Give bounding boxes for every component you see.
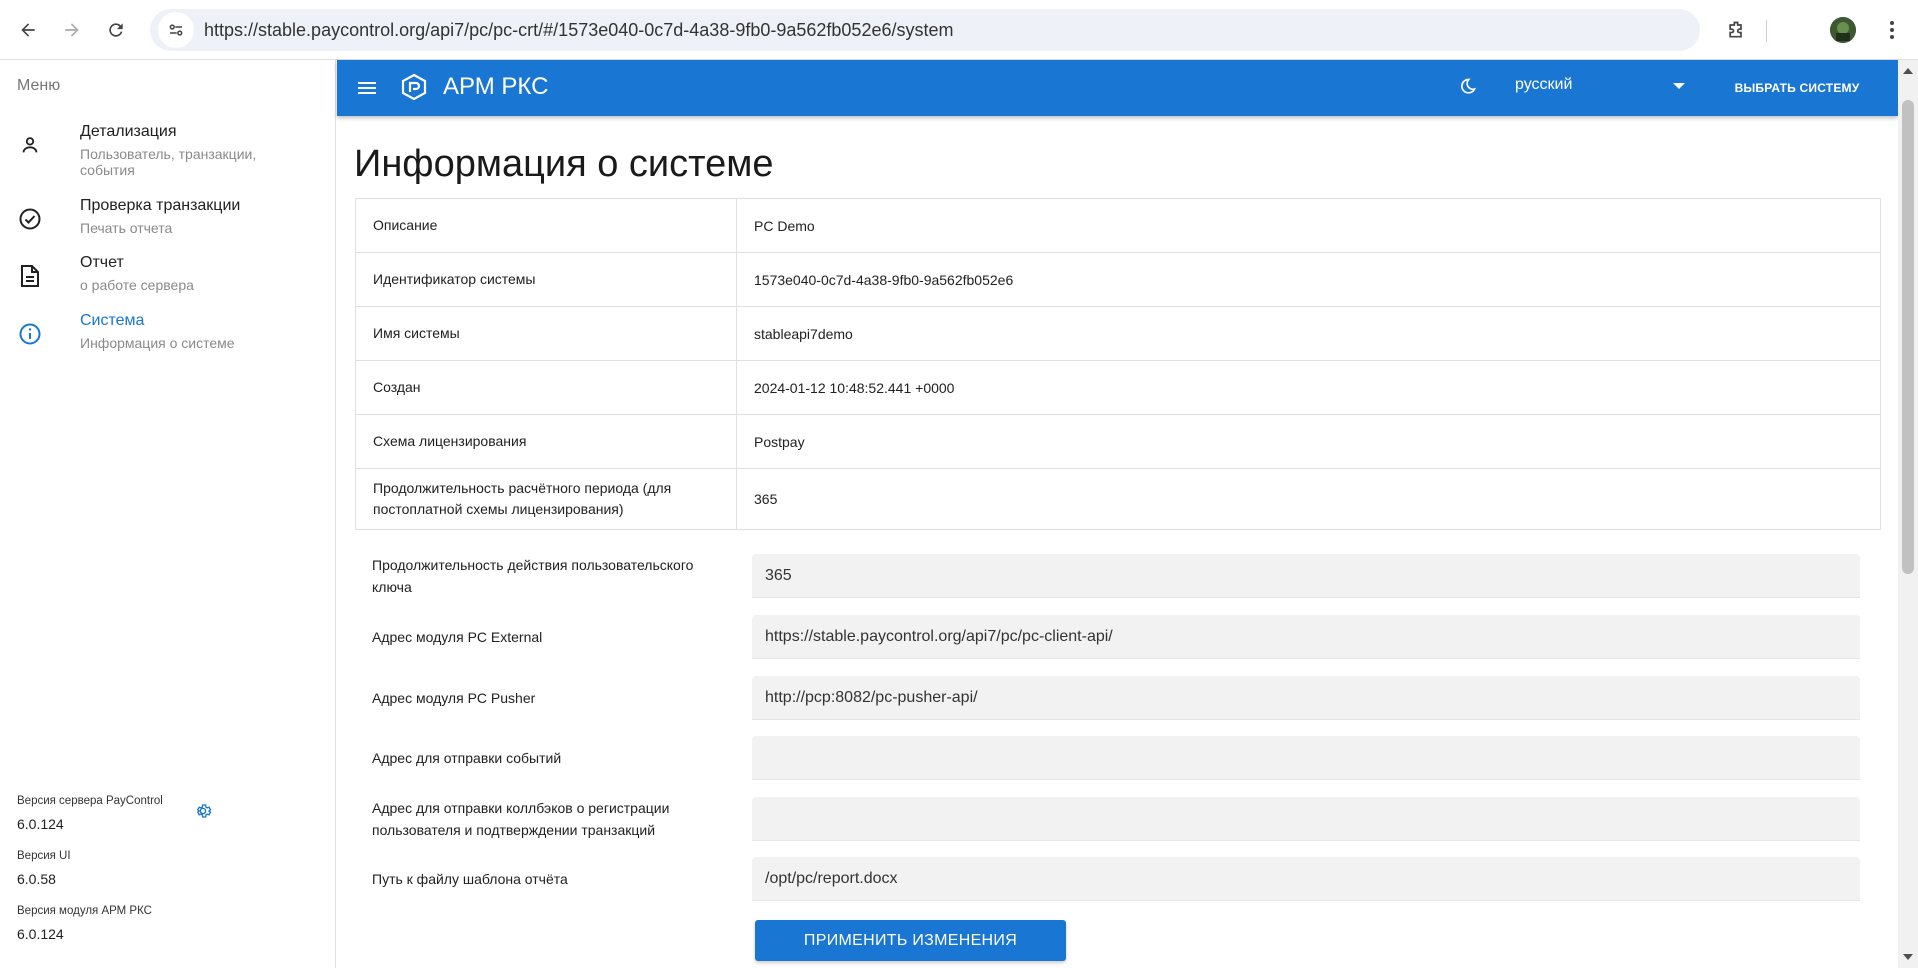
info-key: Создан [355,360,737,415]
info-key: Схема лицензирования [355,414,737,469]
info-key: Продолжительность расчётного периода (дл… [355,468,737,530]
language-select[interactable]: русский [1515,76,1685,102]
document-icon [16,262,44,290]
ui-version-value: 6.0.58 [17,871,56,887]
pc-pusher-url-input[interactable]: http://pcp:8082/pc-pusher-api/ [752,676,1860,720]
server-version-value: 6.0.124 [17,816,64,832]
table-row: Идентификатор системы 1573e040-0c7d-4a38… [355,252,1881,307]
field-label: Путь к файлу шаблона отчёта [372,871,568,887]
ui-version-label: Версия UI [17,850,71,862]
sidebar-item-system[interactable]: Система Информация о системе [0,312,335,372]
choose-system-button[interactable]: ВЫБРАТЬ СИСТЕМУ [1717,74,1877,102]
sidebar-item-title: Проверка транзакции [80,197,241,214]
url-text: https://stable.paycontrol.org/api7/pc/pc… [204,19,954,40]
toolbar-separator [1766,20,1767,42]
browser-toolbar: https://stable.paycontrol.org/api7/pc/pc… [0,0,1918,60]
scrollbar-thumb[interactable] [1902,100,1914,574]
sidebar-item-title: Детализация [80,123,177,140]
info-key: Описание [355,198,737,253]
system-info-table: Описание PC Demo Идентификатор системы 1… [355,198,1881,530]
server-version-label: Версия сервера PayControl [17,795,163,807]
info-value: stableapi7demo [736,306,1881,361]
info-value: 2024-01-12 10:48:52.441 +0000 [736,360,1881,415]
sidebar-item-subtitle: Печать отчета [80,220,173,236]
check-circle-icon [16,205,44,233]
reload-icon[interactable] [100,14,132,46]
field-label: Адрес модуля PC Pusher [372,690,536,706]
profile-avatar-icon[interactable] [1830,17,1856,43]
field-label: Адрес для отправки событий [372,750,562,766]
sidebar-item-details[interactable]: Детализация Пользователь, транзакции, со… [0,123,335,183]
menu-title: Меню [17,77,61,94]
apply-changes-button[interactable]: ПРИМЕНИТЬ ИЗМЕНЕНИЯ [755,920,1066,961]
sidebar-item-subtitle: о работе сервера [80,277,194,293]
settings-gear-icon[interactable] [194,802,212,820]
sidebar-item-subtitle: Информация о системе [80,335,235,351]
table-row: Продолжительность расчётного периода (дл… [355,468,1881,530]
table-row: Схема лицензирования Postpay [355,414,1881,469]
field-label: Продолжительность действия пользовательс… [372,557,694,595]
sidebar-item-subtitle: Пользователь, транзакции, события [80,146,257,178]
sidebar-item-title: Система [80,312,145,329]
forward-arrow-icon[interactable] [56,14,88,46]
info-value: Postpay [736,414,1881,469]
app-logo-icon [399,72,429,102]
scroll-up-arrow-icon[interactable] [1903,68,1913,74]
field-label: Адрес модуля PC External [372,629,543,645]
table-row: Имя системы stableapi7demo [355,306,1881,361]
scroll-down-arrow-icon[interactable] [1903,954,1913,960]
field-label: Адрес для отправки коллбэков о регистрац… [372,800,670,838]
sidebar-item-title: Отчет [80,254,124,271]
sidebar-item-transaction-check[interactable]: Проверка транзакции Печать отчета [0,197,335,257]
table-row: Описание PC Demo [355,198,1881,253]
info-key: Идентификатор системы [355,252,737,307]
more-menu-icon[interactable] [1876,14,1908,46]
dropdown-arrow-icon [1673,83,1685,89]
events-url-input[interactable] [752,736,1860,780]
back-arrow-icon[interactable] [12,14,44,46]
report-template-path-input[interactable]: /opt/pc/report.docx [752,857,1860,901]
key-validity-input[interactable]: 365 [752,554,1860,598]
module-version-value: 6.0.124 [17,926,64,942]
site-settings-icon[interactable] [158,12,194,48]
hamburger-menu-icon[interactable] [355,76,379,100]
app-title: АРМ РКС [443,73,549,100]
info-value: PC Demo [754,217,815,234]
module-version-label: Версия модуля АРМ РКС [17,905,152,917]
info-icon [16,320,44,348]
page-title: Информация о системе [354,143,774,185]
main-content: Информация о системе Описание PC Demo Ид… [337,116,1898,968]
extensions-icon[interactable] [1720,14,1752,46]
sidebar: Меню Детализация Пользователь, транзакци… [0,60,336,968]
address-bar[interactable]: https://stable.paycontrol.org/api7/pc/pc… [150,9,1700,51]
info-value: 1573e040-0c7d-4a38-9fb0-9a562fb052e6 [736,252,1881,307]
info-key: Имя системы [355,306,737,361]
info-value: 365 [736,468,1881,530]
language-select-value: русский [1515,76,1573,93]
table-row: Создан 2024-01-12 10:48:52.441 +0000 [355,360,1881,415]
callbacks-url-input[interactable] [752,797,1860,841]
person-icon [16,131,44,159]
dark-mode-moon-icon[interactable] [1457,77,1479,99]
sidebar-item-report[interactable]: Отчет о работе сервера [0,254,335,314]
app-bar: АРМ РКС русский ВЫБРАТЬ СИСТЕМУ [337,60,1898,116]
page-scrollbar[interactable] [1898,60,1918,968]
pc-external-url-input[interactable]: https://stable.paycontrol.org/api7/pc/pc… [752,615,1860,659]
